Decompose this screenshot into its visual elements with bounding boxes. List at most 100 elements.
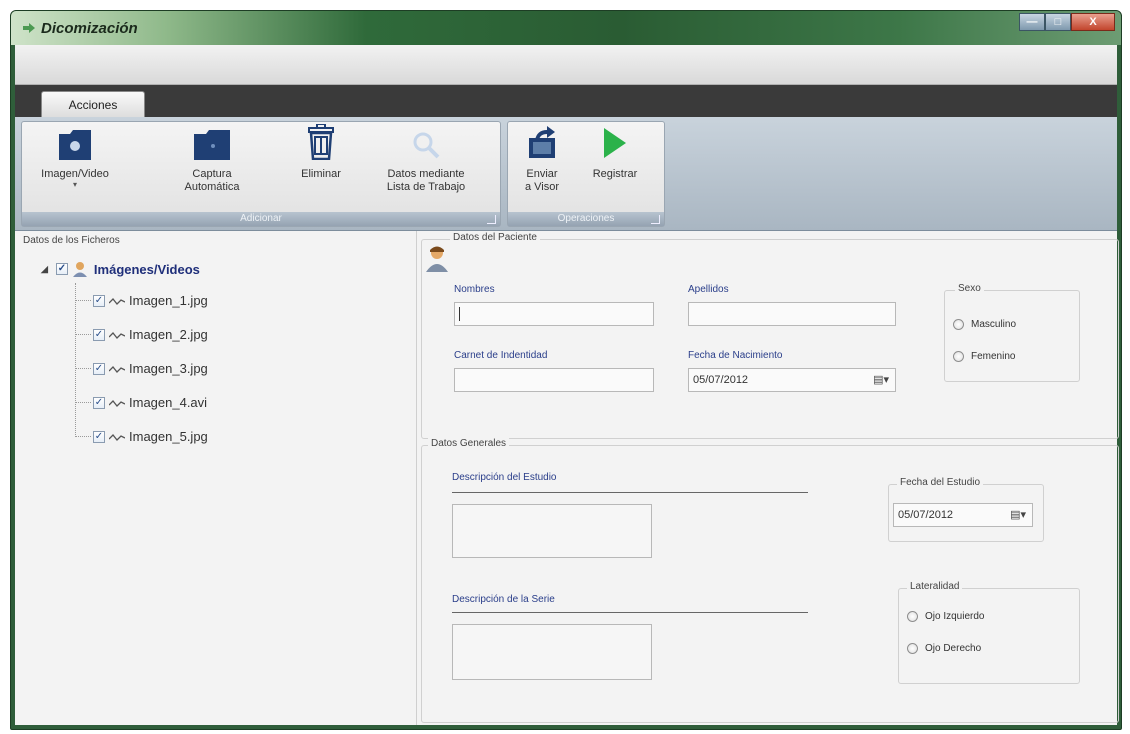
patient-avatar-icon [426, 246, 448, 272]
enviar-label-2: a Visor [524, 181, 560, 193]
radio-ojo-izquierdo[interactable]: Ojo Izquierdo [907, 611, 984, 622]
user-icon [72, 262, 87, 277]
enviar-visor-button[interactable]: Enviar a Visor [514, 126, 570, 194]
app-arrow-icon [23, 23, 35, 33]
minimize-icon: — [1026, 16, 1038, 28]
calendar-dropdown-icon[interactable]: ▤▾ [873, 373, 889, 386]
checkbox[interactable]: ✓ [93, 328, 105, 341]
fecha-nacimiento-picker[interactable]: 05/07/2012 ▤▾ [688, 368, 896, 392]
eliminar-label: Eliminar [301, 168, 341, 180]
tree-item-label: Imagen_4.avi [129, 395, 208, 410]
group-operaciones: Enviar a Visor Registrar Operaciones [507, 121, 665, 227]
tree-item-label: Imagen_5.jpg [129, 429, 208, 444]
general-data-title: Datos Generales [428, 438, 510, 449]
radio-label: Masculino [971, 319, 1017, 330]
waveform-icon [109, 433, 125, 441]
apellidos-field[interactable] [688, 302, 896, 326]
datos-label-1: Datos mediante [387, 168, 465, 180]
waveform-icon [109, 331, 125, 339]
tree-item[interactable]: ✓ Imagen_4.avi [75, 395, 207, 410]
lateralidad-group: Lateralidad Ojo Izquierdo Ojo Derecho [898, 581, 1080, 684]
tab-acciones-label: Acciones [68, 98, 118, 112]
tree-root[interactable]: ◢ ✓ Imágenes/Videos [41, 261, 200, 277]
tree-item-label: Imagen_2.jpg [129, 327, 208, 342]
app-window: Dicomización — □ X Acciones Imagen/Video… [10, 10, 1122, 730]
datos-lista-trabajo-button[interactable]: Datos mediante Lista de Trabajo [366, 130, 486, 194]
nombres-label: Nombres [454, 284, 495, 295]
radio-label: Femenino [971, 351, 1016, 362]
minimize-button[interactable]: — [1019, 13, 1045, 31]
dialog-launcher-icon[interactable] [651, 215, 660, 224]
checkbox[interactable]: ✓ [93, 396, 105, 409]
imagen-video-button[interactable]: Imagen/Video ▾ [30, 130, 120, 189]
descripcion-serie-label: Descripción de la Serie [452, 594, 555, 605]
sexo-title: Sexo [955, 283, 984, 294]
waveform-icon [109, 365, 125, 373]
group-operaciones-label: Operaciones [508, 212, 664, 226]
patient-data-group: Datos del Paciente Nombres Apellidos Car… [421, 232, 1119, 439]
fecha-estudio-value: 05/07/2012 [898, 509, 954, 521]
tab-acciones[interactable]: Acciones [41, 91, 145, 118]
captura-automatica-button[interactable]: Captura Automática [172, 130, 252, 194]
folder-image-icon [59, 130, 91, 160]
lateralidad-title: Lateralidad [907, 581, 963, 592]
descripcion-estudio-label: Descripción del Estudio [452, 472, 557, 483]
sexo-group: Sexo Masculino Femenino [944, 283, 1080, 382]
carnet-label: Carnet de Indentidad [454, 350, 548, 361]
chevron-down-icon: ▾ [72, 180, 77, 189]
registrar-label: Registrar [592, 168, 638, 180]
checkbox[interactable]: ✓ [93, 430, 105, 443]
radio-icon [953, 351, 964, 362]
close-button[interactable]: X [1071, 13, 1115, 31]
window-title: Dicomización [41, 20, 138, 37]
group-adicionar-label: Adicionar [22, 212, 500, 226]
patient-data-title: Datos del Paciente [450, 232, 540, 243]
fecha-estudio-title: Fecha del Estudio [897, 477, 984, 488]
carnet-field[interactable] [454, 368, 654, 392]
ribbon: Imagen/Video ▾ Captura Automática Elimin… [15, 117, 1117, 231]
fecha-estudio-picker[interactable]: 05/07/2012 ▤▾ [893, 503, 1033, 527]
expand-icon[interactable]: ◢ [41, 264, 48, 275]
waveform-icon [109, 399, 125, 407]
send-to-viewer-icon [529, 126, 555, 158]
tree-item[interactable]: ✓ Imagen_1.jpg [75, 293, 208, 308]
fecha-nacimiento-label: Fecha de Nacimiento [688, 350, 783, 361]
maximize-button[interactable]: □ [1045, 13, 1071, 31]
trash-icon [308, 124, 334, 160]
apellidos-label: Apellidos [688, 284, 729, 295]
radio-ojo-derecho[interactable]: Ojo Derecho [907, 643, 981, 654]
fecha-nacimiento-value: 05/07/2012 [693, 374, 749, 386]
enviar-label-1: Enviar [526, 168, 558, 180]
checkbox[interactable]: ✓ [55, 263, 68, 275]
nombres-field[interactable] [454, 302, 654, 326]
radio-label: Ojo Izquierdo [925, 611, 985, 622]
registrar-button[interactable]: Registrar [580, 126, 650, 181]
title-bar[interactable]: Dicomización — □ X [11, 11, 1121, 45]
eliminar-button[interactable]: Eliminar [288, 124, 354, 181]
tree-root-label: Imágenes/Videos [93, 261, 200, 277]
tree-item[interactable]: ✓ Imagen_2.jpg [75, 327, 208, 342]
waveform-icon [109, 297, 125, 305]
checkbox[interactable]: ✓ [93, 294, 105, 307]
captura-label-1: Captura [192, 168, 232, 180]
captura-label-2: Automática [184, 181, 240, 193]
folder-capture-icon [194, 130, 230, 160]
radio-icon [907, 611, 918, 622]
checkbox[interactable]: ✓ [93, 362, 105, 375]
main-content: Datos de los Ficheros ◢ ✓ Imágenes/Video… [15, 231, 1119, 725]
maximize-icon: □ [1054, 16, 1062, 28]
tree-item-label: Imagen_1.jpg [129, 293, 208, 308]
quick-access-toolbar [15, 45, 1117, 85]
datos-label-2: Lista de Trabajo [386, 181, 466, 193]
dialog-launcher-icon[interactable] [487, 215, 496, 224]
files-pane: Datos de los Ficheros ◢ ✓ Imágenes/Video… [15, 231, 417, 725]
radio-masculino[interactable]: Masculino [953, 319, 1016, 330]
tree-item[interactable]: ✓ Imagen_3.jpg [75, 361, 208, 376]
play-icon [604, 128, 626, 158]
tree-item[interactable]: ✓ Imagen_5.jpg [75, 429, 208, 444]
radio-femenino[interactable]: Femenino [953, 351, 1015, 362]
tree-item-label: Imagen_3.jpg [129, 361, 208, 376]
calendar-dropdown-icon[interactable]: ▤▾ [1010, 508, 1026, 521]
ribbon-tab-strip: Acciones [15, 85, 1117, 118]
close-icon: X [1089, 16, 1097, 28]
